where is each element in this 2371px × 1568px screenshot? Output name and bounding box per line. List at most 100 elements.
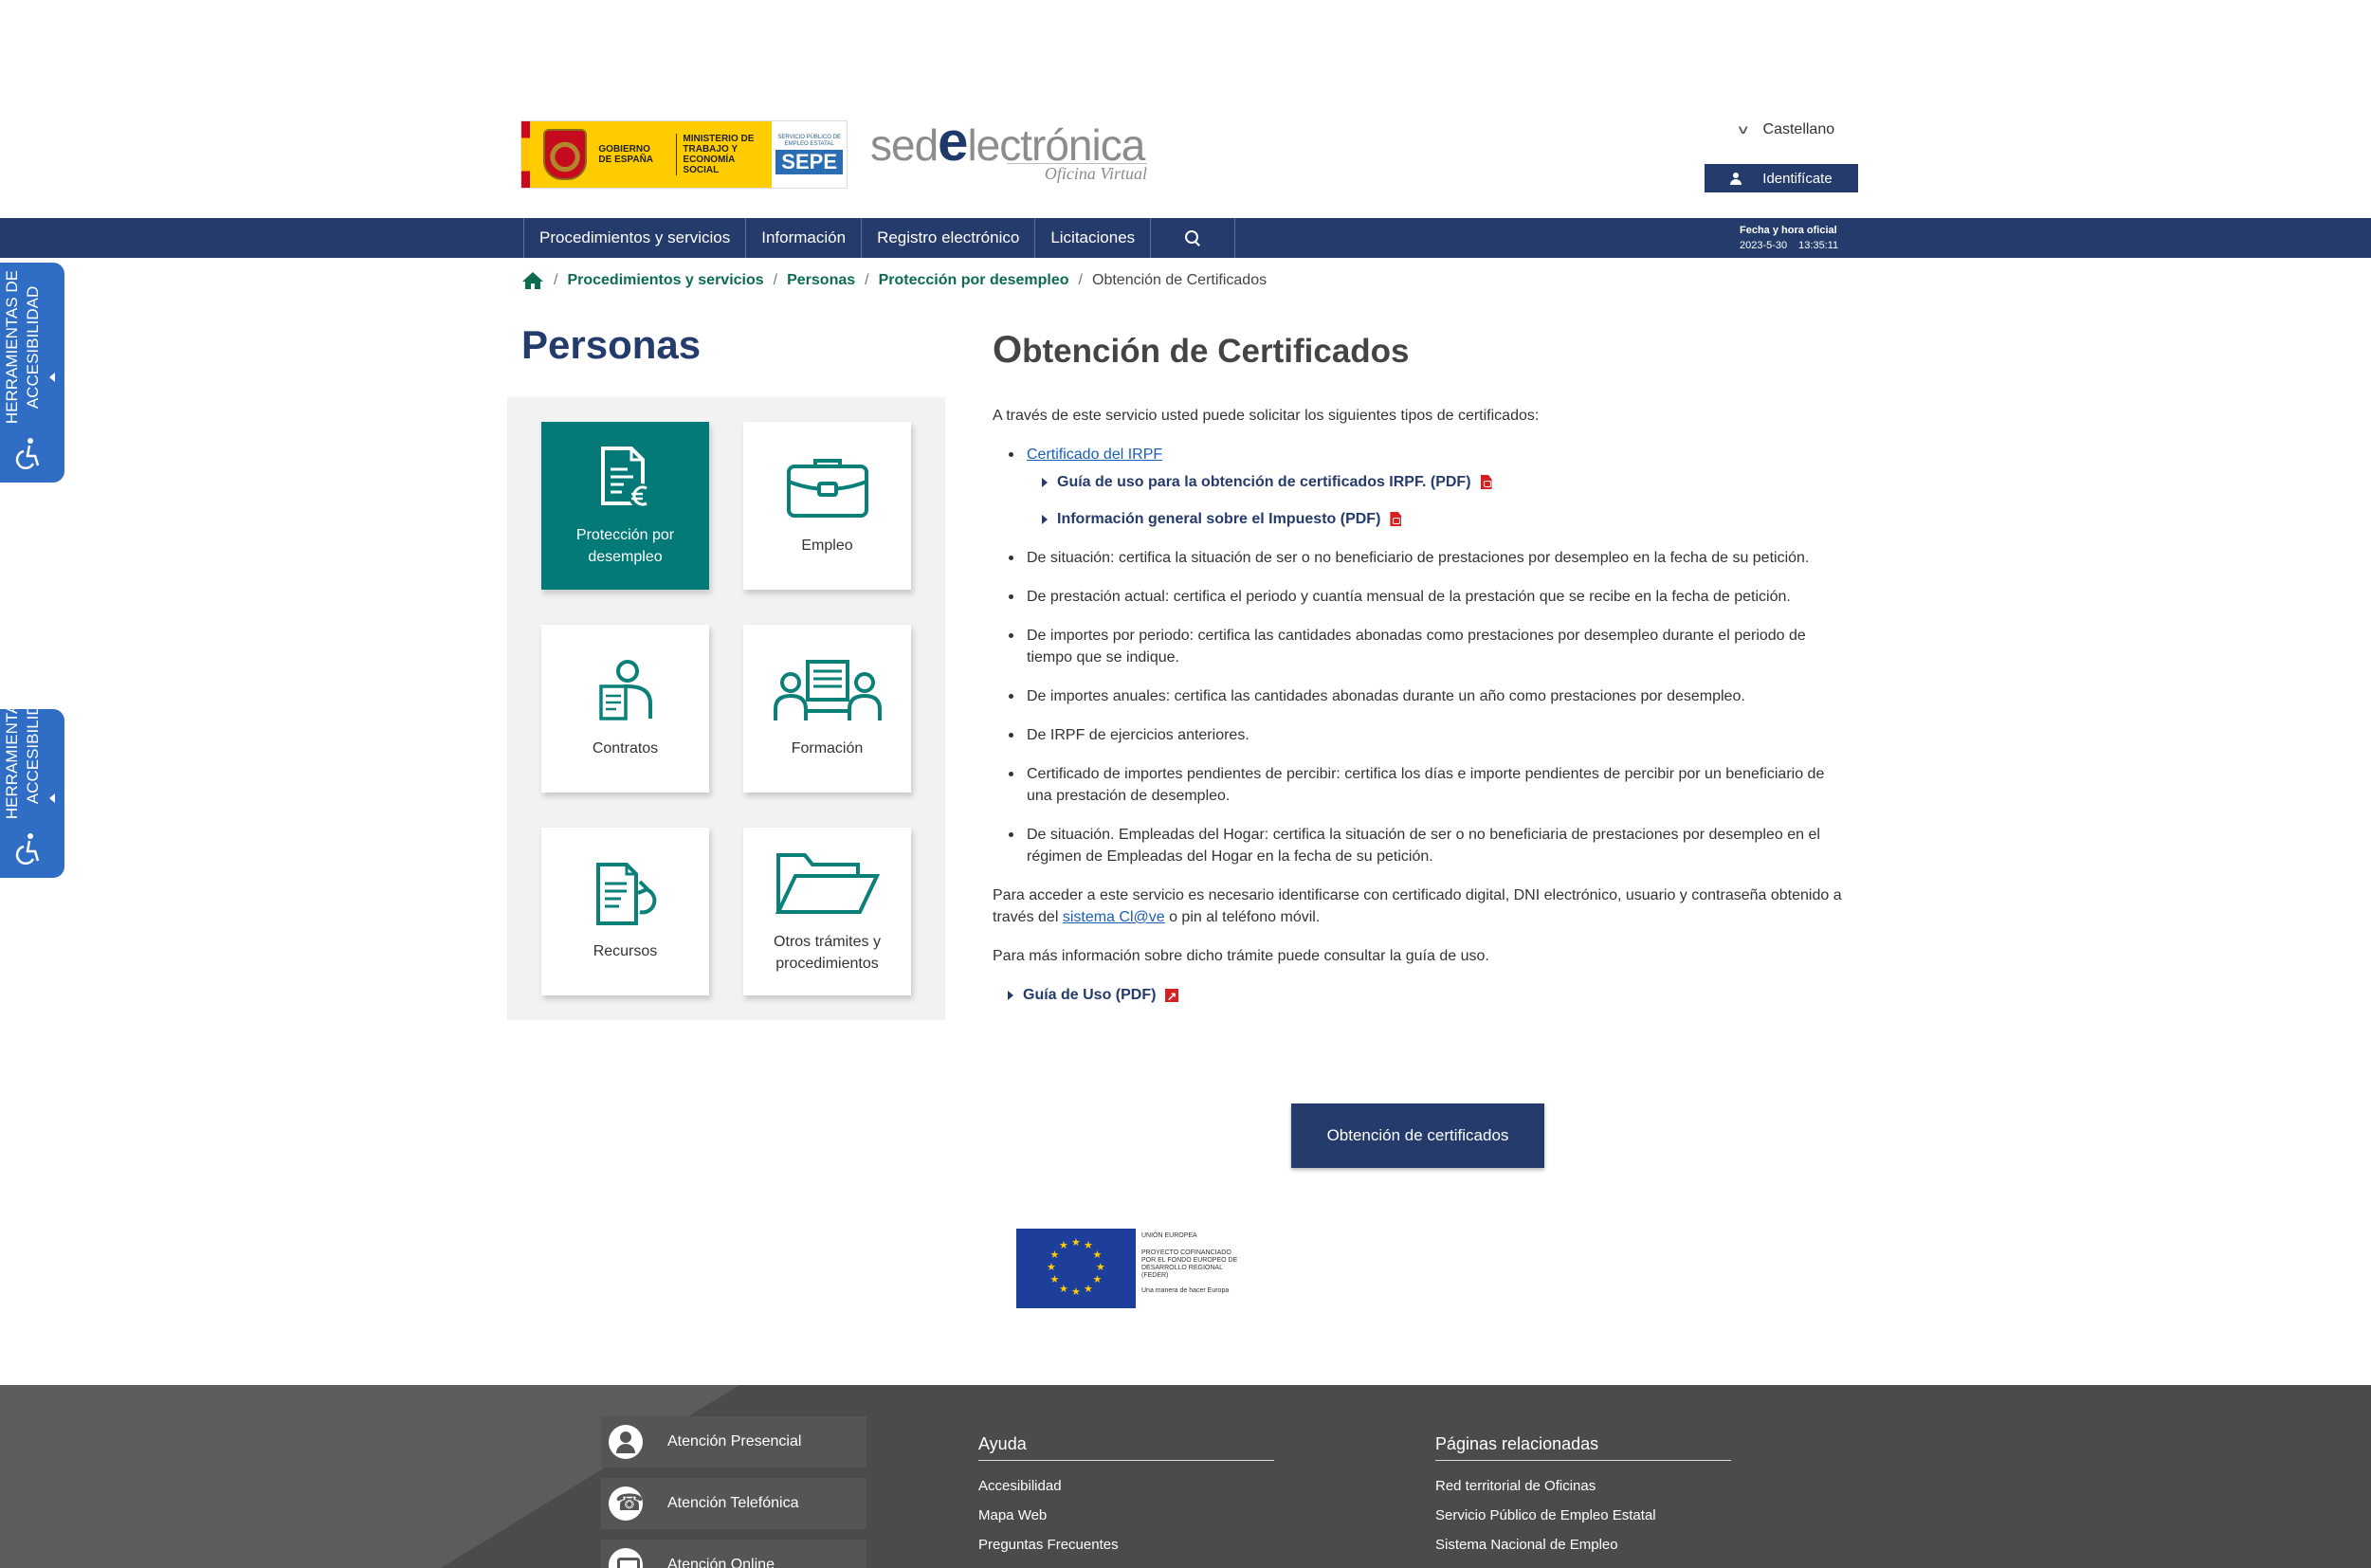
government-crest-area: GOBIERNO DE ESPAÑA MINISTERIO DE TRABAJO… (530, 121, 773, 188)
ministerio-text: MINISTERIO DE TRABAJO Y ECONOMÍA SOCIAL (676, 134, 771, 175)
get-certificates-button[interactable]: Obtención de certificados (1291, 1103, 1544, 1168)
home-icon[interactable] (521, 271, 544, 290)
footer-link-sne[interactable]: Sistema Nacional de Empleo (1435, 1537, 1731, 1553)
accessibility-line1: HERRAMIENTAS DE (3, 709, 21, 819)
document-euro-icon (600, 446, 653, 508)
certificate-list: Certificado del IRPF Guía de uso para la… (993, 444, 1846, 867)
accessibility-line2: ACCESIBILIDAD (24, 709, 42, 804)
footer-help: Ayuda Accesibilidad Mapa Web Preguntas F… (978, 1434, 1274, 1566)
contact-label: Atención Presencial (667, 1433, 802, 1449)
contact-online[interactable]: Atención Online (601, 1540, 866, 1568)
external-link-icon (1165, 986, 1179, 1008)
tax-info-link[interactable]: Información general sobre el Impuesto (P… (1042, 508, 1846, 530)
briefcase-icon (786, 459, 868, 518)
search-icon (1185, 230, 1200, 246)
eu-star-icon: ★ (1084, 1240, 1093, 1252)
card-empleo[interactable]: Empleo (743, 422, 911, 590)
card-recursos[interactable]: Recursos (541, 828, 709, 995)
eu-star-icon: ★ (1049, 1249, 1060, 1261)
card-label: Formación (791, 740, 864, 757)
list-item: De situación: certifica la situación de … (993, 547, 1846, 569)
guide-links: Guía de Uso (PDF) (1008, 984, 1846, 1008)
footer-link-oficinas[interactable]: Red territorial de Oficinas (1435, 1478, 1731, 1494)
contact-telefonica[interactable]: Atención Telefónica (601, 1478, 866, 1529)
accessibility-line1: HERRAMIENTAS DE (3, 269, 21, 424)
page-title: Obtención de Certificados (993, 329, 1410, 372)
card-formacion[interactable]: Formación (743, 625, 911, 793)
clave-link[interactable]: sistema Cl@ve (1063, 909, 1165, 925)
footer-link-sepe[interactable]: Servicio Público de Empleo Estatal (1435, 1507, 1731, 1523)
user-icon (1730, 172, 1742, 185)
identify-label: Identifícate (1762, 170, 1833, 187)
accessibility-tools-tab-secondary[interactable]: HERRAMIENTAS DE ACCESIBILIDAD (0, 709, 64, 878)
irpf-certificate-link[interactable]: Certificado del IRPF (1027, 447, 1162, 463)
phone-icon (609, 1486, 644, 1521)
language-selector[interactable]: ∨ Castellano (1736, 121, 1834, 138)
nav-informacion[interactable]: Información (745, 218, 861, 258)
sublink-label: Información general sobre el Impuesto (P… (1057, 511, 1381, 527)
list-item: De prestación actual: certifica el perio… (993, 586, 1846, 608)
site-header: GOBIERNO DE ESPAÑA MINISTERIO DE TRABAJO… (0, 0, 2371, 218)
oficina-virtual-text: Oficina Virtual (1006, 163, 1147, 184)
irpf-guide-link[interactable]: Guía de uso para la obtención de certifi… (1042, 471, 1846, 493)
wheelchair-icon (15, 438, 40, 470)
card-label: Contratos (592, 740, 659, 757)
sede-e: e (938, 111, 968, 173)
list-item: De situación. Empleadas del Hogar: certi… (993, 824, 1846, 867)
eu-star-icon: ★ (1096, 1262, 1105, 1273)
search-button[interactable] (1150, 218, 1236, 258)
footer-link-mapa-web[interactable]: Mapa Web (978, 1507, 1274, 1523)
footer-related-title: Páginas relacionadas (1435, 1434, 1731, 1461)
coat-of-arms-icon (543, 129, 588, 180)
usage-guide-link[interactable]: Guía de Uso (PDF) (1008, 984, 1846, 1008)
spain-flag-stripe (521, 121, 531, 188)
breadcrumb-proteccion[interactable]: Protección por desempleo (879, 272, 1069, 289)
nav-licitaciones[interactable]: Licitaciones (1034, 218, 1150, 258)
breadcrumb-personas[interactable]: Personas (787, 272, 855, 289)
irpf-sublinks: Guía de uso para la obtención de certifi… (1042, 471, 1846, 530)
card-proteccion-desempleo[interactable]: Protección por desempleo (541, 422, 709, 590)
caret-right-icon (1008, 990, 1013, 1000)
sublink-label: Guía de uso para la obtención de certifi… (1057, 474, 1471, 490)
government-logo[interactable]: GOBIERNO DE ESPAÑA MINISTERIO DE TRABAJO… (520, 120, 848, 189)
card-label: Protección por desempleo (575, 526, 675, 565)
title-first-letter: O (993, 329, 1023, 371)
access-text: Para acceder a este servicio es necesari… (993, 884, 1846, 928)
official-time-title: Fecha y hora oficial (1740, 225, 1837, 236)
list-item: De importes anuales: certifica las canti… (993, 685, 1846, 707)
appeal-document-icon (595, 863, 656, 925)
card-contratos[interactable]: Contratos (541, 625, 709, 793)
card-otros-tramites[interactable]: Otros trámites y procedimientos (743, 828, 911, 995)
user-icon (609, 1425, 643, 1459)
chevron-down-icon: ∨ (1736, 122, 1751, 137)
site-footer: Atención Presencial Atención Telefónica … (0, 1385, 2371, 1568)
breadcrumb-procedimientos[interactable]: Procedimientos y servicios (567, 272, 763, 289)
list-item: De IRPF de ejercicios anteriores. (993, 724, 1846, 746)
list-item: Certificado de importes pendientes de pe… (993, 763, 1846, 807)
sede-electronica-logo[interactable]: sedelectrónica Oficina Virtual (870, 114, 1155, 190)
intro-text: A través de este servicio usted puede so… (993, 408, 1540, 424)
footer-link-accesibilidad[interactable]: Accesibilidad (978, 1478, 1274, 1494)
eu-text: UNIÓN EUROPEA PROYECTO COFINANCIADO POR … (1136, 1229, 1246, 1308)
eu-star-icon: ★ (1071, 1237, 1081, 1249)
list-item: De importes por periodo: certifica las c… (993, 625, 1846, 668)
contact-label: Atención Online (667, 1557, 775, 1568)
nav-registro[interactable]: Registro electrónico (861, 218, 1034, 258)
eu-star-icon: ★ (1049, 1274, 1060, 1285)
breadcrumb-separator: / (773, 272, 778, 288)
eu-line1: UNIÓN EUROPEA (1141, 1232, 1197, 1239)
contact-presencial[interactable]: Atención Presencial (601, 1416, 866, 1468)
gobierno-text: GOBIERNO DE ESPAÑA (598, 144, 654, 165)
accessibility-tools-tab[interactable]: HERRAMIENTAS DE ACCESIBILIDAD (0, 263, 64, 483)
more-info-text: Para más información sobre dicho trámite… (993, 948, 1489, 964)
eu-star-icon: ★ (1071, 1286, 1081, 1298)
sede-pre: sed (870, 120, 939, 170)
contract-person-icon (598, 660, 652, 720)
access-text-part2: o pin al teléfono móvil. (1164, 909, 1321, 925)
eu-star-icon: ★ (1092, 1249, 1103, 1261)
identify-button[interactable]: Identifícate (1705, 164, 1858, 192)
title-rest: btención de Certificados (1022, 333, 1410, 370)
folder-icon (775, 852, 880, 914)
nav-procedimientos[interactable]: Procedimientos y servicios (523, 218, 745, 258)
footer-link-faq[interactable]: Preguntas Frecuentes (978, 1537, 1274, 1553)
